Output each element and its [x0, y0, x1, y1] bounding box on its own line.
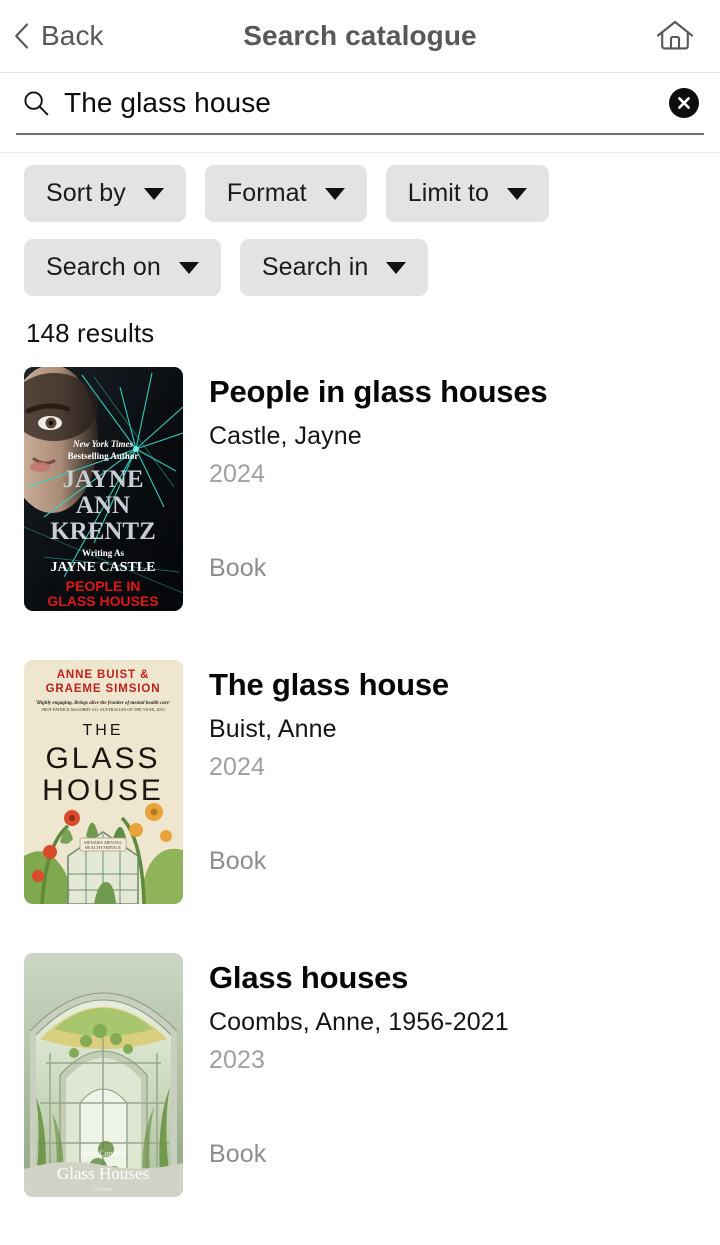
search-on-label: Search on	[46, 253, 161, 281]
svg-text:Writing As: Writing As	[82, 548, 125, 558]
result-meta: The glass house Buist, Anne 2024 Book	[183, 660, 704, 904]
svg-text:GLASS: GLASS	[45, 742, 160, 775]
result-year: 2023	[209, 1046, 266, 1075]
svg-text:'Highly engaging. Brings alive: 'Highly engaging. Brings alive the front…	[36, 701, 171, 706]
result-year: 2024	[209, 460, 266, 489]
chevron-down-icon	[386, 261, 407, 274]
search-catalogue-screen: Back Search catalogue The glass house So…	[0, 0, 720, 1245]
svg-text:Glass Houses: Glass Houses	[57, 1164, 149, 1183]
clear-search-button[interactable]	[669, 88, 699, 118]
search-input[interactable]	[64, 87, 669, 119]
result-item[interactable]: ANNE BUIST & GRAEME SIMSION 'Highly enga…	[0, 660, 720, 904]
back-label: Back	[41, 20, 104, 51]
filter-chip-row-1: Sort by Format Limit to	[24, 165, 696, 222]
result-item[interactable]: New York Times Bestselling Author JAYNE …	[0, 367, 720, 611]
chevron-down-icon	[324, 187, 345, 200]
chevron-down-icon	[178, 261, 199, 274]
chevron-left-icon	[14, 23, 29, 49]
svg-text:GRAEME SIMSION: GRAEME SIMSION	[46, 683, 161, 695]
result-item[interactable]: Anne Coombs Glass Houses A Novel Glass h…	[0, 953, 720, 1197]
limit-to-chip[interactable]: Limit to	[385, 165, 550, 222]
search-icon	[16, 89, 64, 117]
svg-text:Anne Coombs: Anne Coombs	[80, 1149, 126, 1158]
app-header: Back Search catalogue	[0, 0, 720, 73]
search-on-chip[interactable]: Search on	[24, 239, 221, 296]
sort-by-chip[interactable]: Sort by	[24, 165, 186, 222]
result-author: Buist, Anne	[209, 714, 337, 743]
svg-text:GLASS HOUSES: GLASS HOUSES	[47, 593, 158, 609]
back-button[interactable]: Back	[0, 22, 104, 50]
result-format: Book	[209, 1140, 267, 1168]
svg-text:PEOPLE IN: PEOPLE IN	[66, 578, 141, 594]
svg-text:HOUSE: HOUSE	[42, 774, 164, 807]
result-meta: People in glass houses Castle, Jayne 202…	[183, 367, 704, 611]
svg-text:ANN: ANN	[76, 492, 130, 519]
svg-text:THE: THE	[83, 722, 124, 739]
filter-chip-row-2: Search on Search in	[24, 239, 696, 296]
book-cover-image: ANNE BUIST & GRAEME SIMSION 'Highly enga…	[24, 660, 183, 904]
svg-text:HEALTH SERVICE: HEALTH SERVICE	[85, 845, 122, 850]
result-meta: Glass houses Coombs, Anne, 1956-2021 202…	[183, 953, 704, 1197]
svg-text:A Novel: A Novel	[92, 1187, 112, 1193]
result-format: Book	[209, 847, 267, 875]
format-chip[interactable]: Format	[204, 165, 367, 222]
limit-to-label: Limit to	[407, 179, 490, 207]
result-title: The glass house	[209, 667, 449, 702]
format-label: Format	[226, 179, 307, 207]
home-icon	[656, 19, 694, 53]
svg-text:KRENTZ: KRENTZ	[50, 518, 156, 545]
result-title: Glass houses	[209, 960, 409, 995]
close-icon	[676, 95, 692, 111]
svg-text:ANNE BUIST &: ANNE BUIST &	[57, 669, 150, 681]
results-list: New York Times Bestselling Author JAYNE …	[0, 349, 720, 1197]
result-author: Castle, Jayne	[209, 421, 362, 450]
filter-chips: Sort by Format Limit to Search on Search…	[0, 153, 720, 296]
book-cover-image: New York Times Bestselling Author JAYNE …	[24, 367, 183, 611]
chevron-down-icon	[143, 187, 164, 200]
search-in-chip[interactable]: Search in	[239, 239, 429, 296]
result-author: Coombs, Anne, 1956-2021	[209, 1007, 509, 1036]
result-format: Book	[209, 554, 267, 582]
sort-by-label: Sort by	[46, 179, 126, 207]
home-button[interactable]	[654, 15, 696, 57]
chevron-down-icon	[507, 187, 528, 200]
result-title: People in glass houses	[209, 374, 548, 409]
search-in-label: Search in	[261, 253, 369, 281]
search-bar	[16, 73, 704, 135]
search-bar-container	[0, 73, 720, 152]
result-year: 2024	[209, 753, 266, 782]
page-title: Search catalogue	[243, 20, 477, 51]
svg-text:JAYNE: JAYNE	[62, 466, 143, 493]
svg-text:JAYNE CASTLE: JAYNE CASTLE	[51, 560, 156, 575]
results-count: 148 results	[26, 318, 155, 348]
book-cover-image: Anne Coombs Glass Houses A Novel	[24, 953, 183, 1197]
svg-text:Bestselling Author: Bestselling Author	[68, 451, 139, 461]
svg-text:New York Times: New York Times	[72, 439, 133, 449]
